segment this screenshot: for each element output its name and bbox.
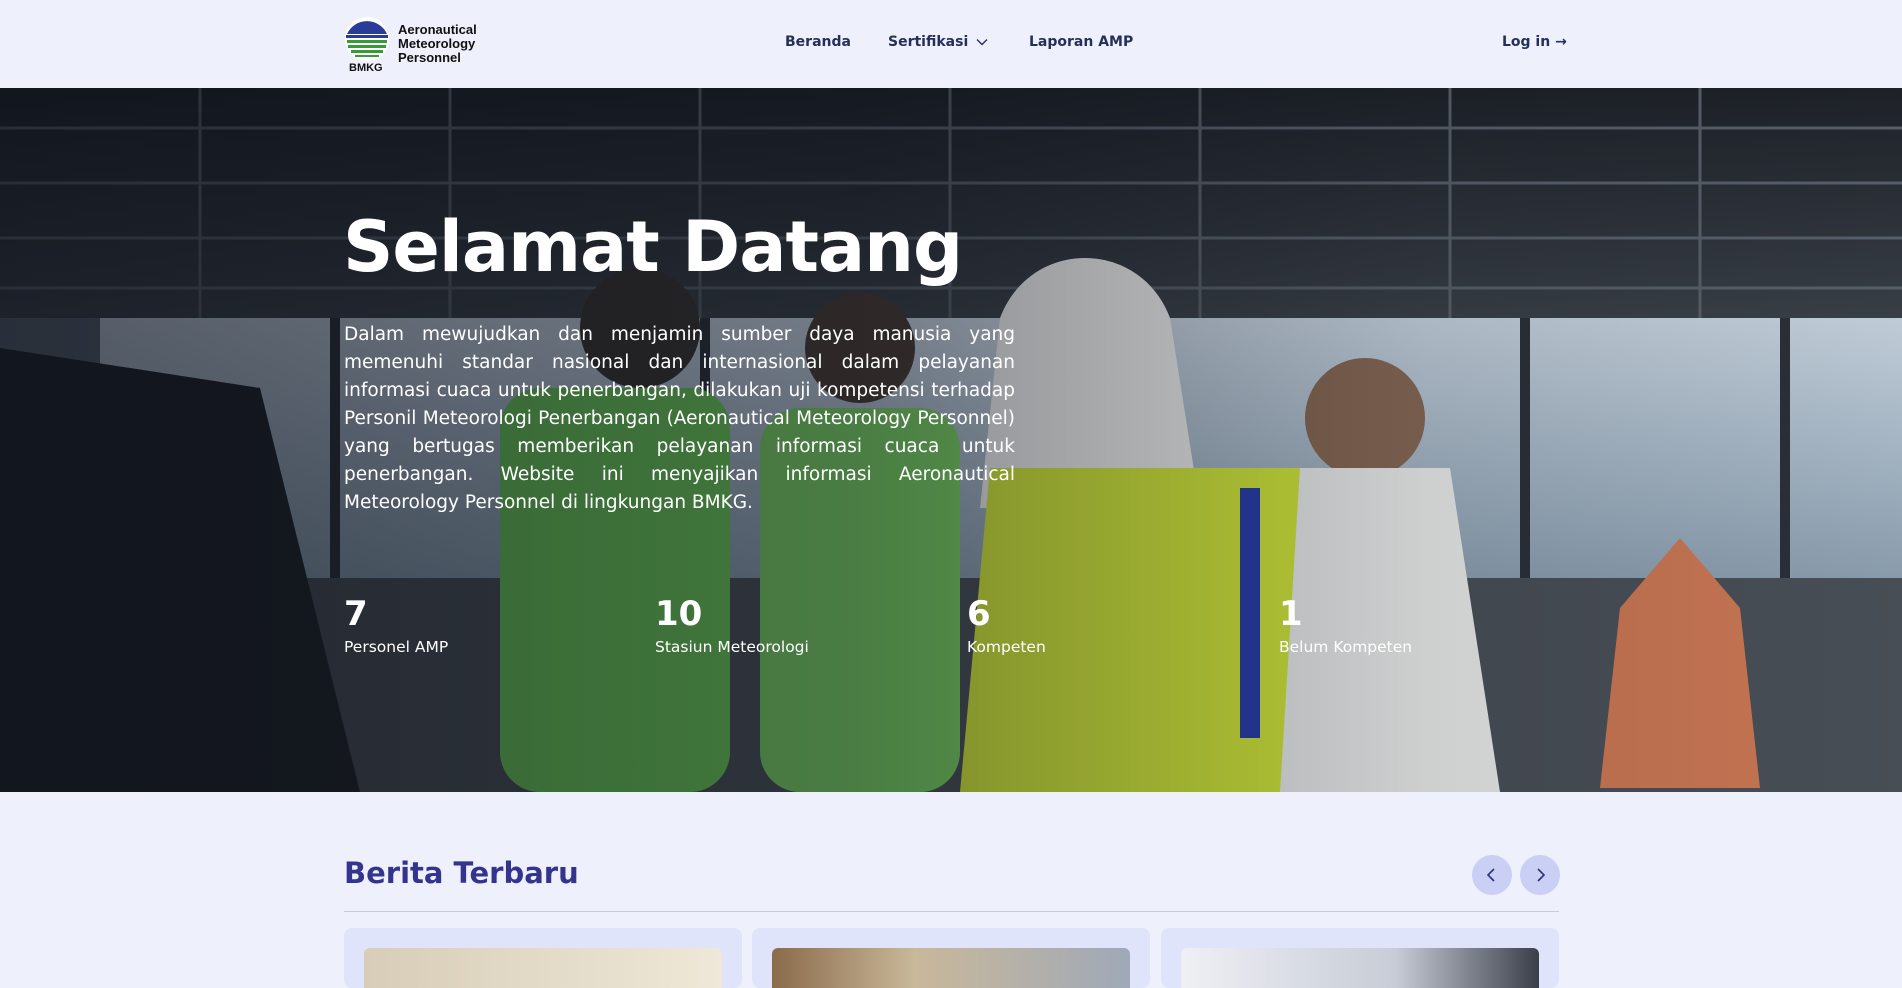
stat-label: Kompeten xyxy=(967,638,1046,656)
news-thumbnail xyxy=(1181,948,1539,988)
news-thumbnail xyxy=(364,948,722,988)
news-card[interactable] xyxy=(752,928,1150,988)
stat-personel-amp: 7 Personel AMP xyxy=(344,596,448,656)
logo-text: Aeronautical Meteorology Personnel xyxy=(398,23,498,65)
stat-belum-kompeten: 1 Belum Kompeten xyxy=(1279,596,1412,656)
stat-kompeten: 6 Kompeten xyxy=(967,596,1046,656)
hero-title: Selamat Datang xyxy=(343,206,963,288)
stat-label: Personel AMP xyxy=(344,638,449,656)
stat-value: 6 xyxy=(967,594,991,634)
chevron-down-icon xyxy=(976,34,988,50)
logo-line-3: Personnel xyxy=(398,50,461,65)
stat-value: 7 xyxy=(344,594,368,634)
arrow-left-icon xyxy=(1486,868,1495,882)
news-thumbnail xyxy=(772,948,1130,988)
stat-value: 10 xyxy=(655,594,703,634)
stat-value: 1 xyxy=(1279,594,1303,634)
site-logo[interactable]: BMKG Aeronautical Meteorology Personnel xyxy=(344,14,494,74)
hero-description: Dalam mewujudkan dan menjamin sumber day… xyxy=(344,324,1015,513)
arrow-right-icon xyxy=(1537,868,1546,882)
stat-stasiun-meteorologi: 10 Stasiun Meteorologi xyxy=(655,596,809,656)
news-next-button[interactable] xyxy=(1520,855,1560,895)
stat-label: Belum Kompeten xyxy=(1279,638,1413,656)
logo-badge: BMKG xyxy=(349,62,383,74)
news-card[interactable] xyxy=(344,928,742,988)
news-divider xyxy=(344,911,1559,912)
logo-line-2: Meteorology xyxy=(398,36,476,51)
news-card[interactable] xyxy=(1161,928,1559,988)
logo-line-1: Aeronautical xyxy=(398,22,477,37)
navbar: BMKG Aeronautical Meteorology Personnel … xyxy=(0,0,1902,88)
login-link[interactable]: Log in → xyxy=(1502,34,1567,50)
hero-section: Selamat Datang Dalam mewujudkan dan menj… xyxy=(0,88,1902,792)
nav-beranda[interactable]: Beranda xyxy=(785,34,851,50)
news-prev-button[interactable] xyxy=(1472,855,1512,895)
nav-sertifikasi-label: Sertifikasi xyxy=(888,34,969,50)
nav-laporan-amp[interactable]: Laporan AMP xyxy=(1029,34,1133,50)
news-section-title: Berita Terbaru xyxy=(344,856,579,890)
nav-sertifikasi[interactable]: Sertifikasi xyxy=(888,34,988,50)
stat-label: Stasiun Meteorologi xyxy=(655,638,809,656)
